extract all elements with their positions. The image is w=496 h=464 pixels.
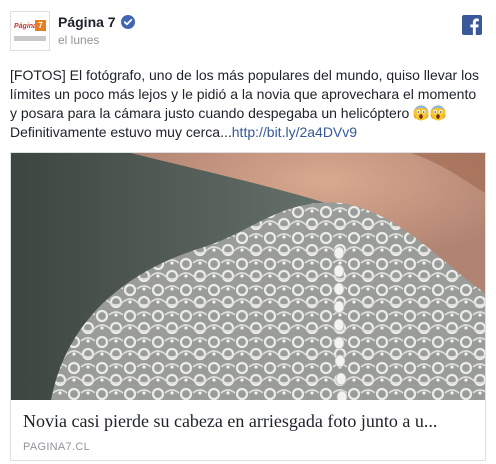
avatar-logo-text: Página <box>14 23 37 30</box>
facebook-logo-icon[interactable] <box>462 15 482 35</box>
post-timestamp[interactable]: el lunes <box>58 33 135 47</box>
post-message: [FOTOS] El fotógrafo, uno de los más pop… <box>10 66 486 142</box>
post-message-text: [FOTOS] El fotógrafo, uno de los más pop… <box>10 67 479 121</box>
link-preview-image[interactable] <box>11 153 485 400</box>
avatar-logo-number: 7 <box>35 20 46 31</box>
link-preview-domain: PAGINA7.CL <box>23 441 90 453</box>
page-name-link[interactable]: Página 7 <box>58 14 116 30</box>
screaming-face-emoji <box>413 105 429 121</box>
name-row: Página 7 <box>58 14 135 30</box>
link-preview-info[interactable]: Novia casi pierde su cabeza en arriesgad… <box>11 400 485 460</box>
avatar-logo-stripe <box>14 36 46 41</box>
verified-badge-icon <box>120 15 135 29</box>
post-meta: Página 7 el lunes <box>58 11 135 47</box>
link-preview-title[interactable]: Novia casi pierde su cabeza en arriesgad… <box>23 410 473 432</box>
post-short-link[interactable]: http://bit.ly/2a4DVv9 <box>232 124 357 140</box>
link-preview-card[interactable]: Novia casi pierde su cabeza en arriesgad… <box>10 152 486 461</box>
post-message-tail: Definitivamente estuvo muy cerca... <box>10 124 232 140</box>
page-avatar[interactable]: Página 7 <box>10 11 50 51</box>
post-header: Página 7 Página 7 el lunes <box>10 11 486 55</box>
screaming-face-emoji <box>430 105 446 121</box>
facebook-post: Página 7 Página 7 el lunes [FOTOS] El fo… <box>0 0 496 464</box>
